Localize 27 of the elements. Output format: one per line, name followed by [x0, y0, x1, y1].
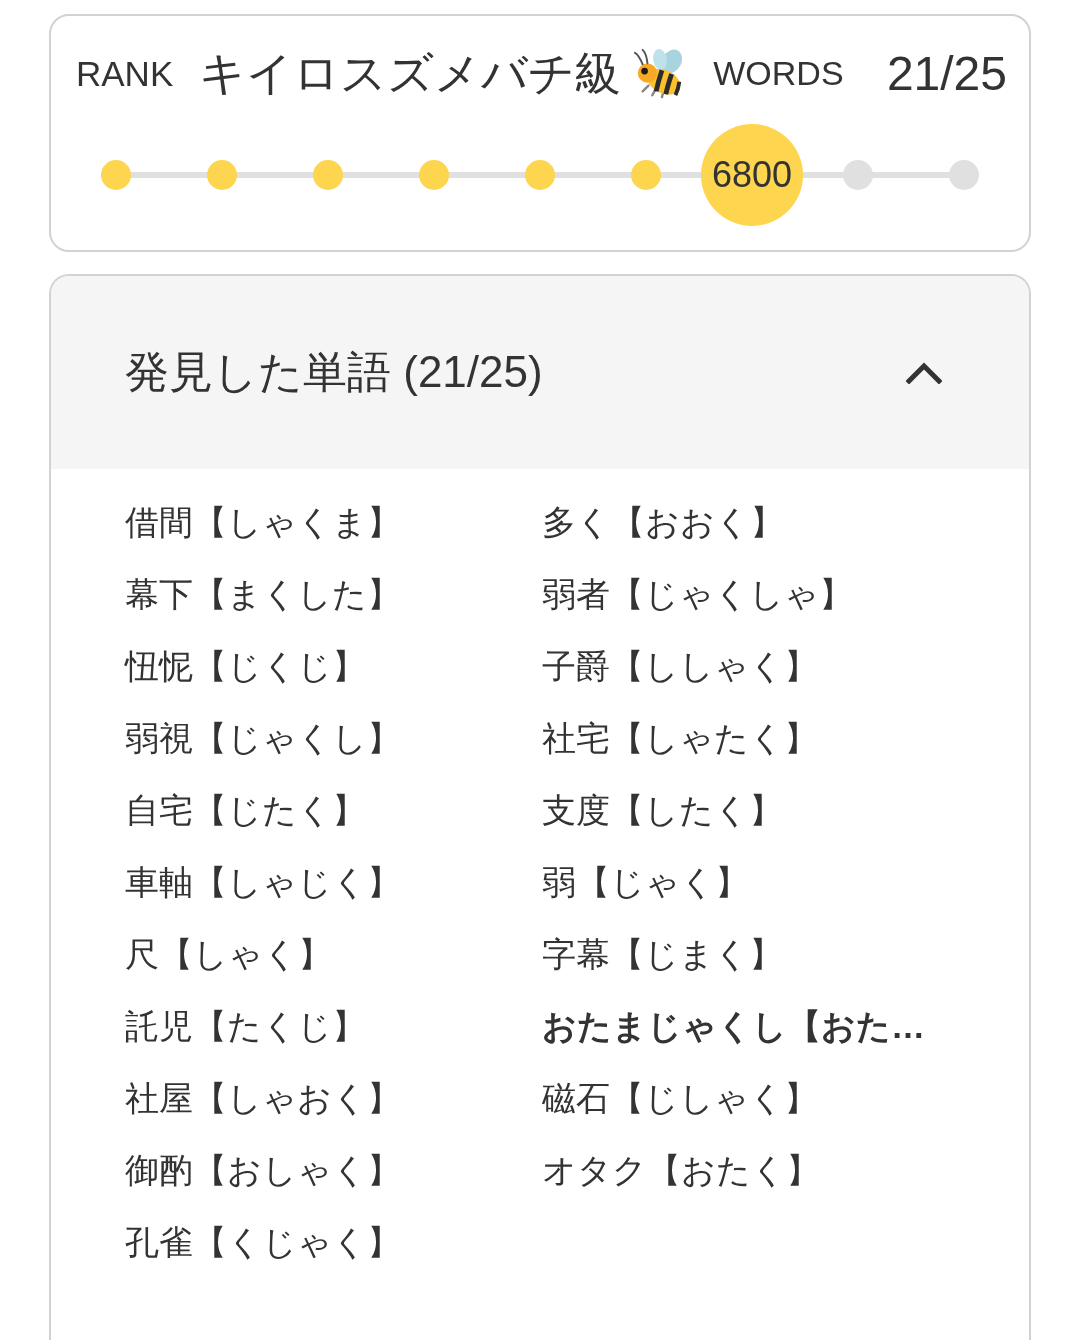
word-entry: 尺【しゃく】	[125, 933, 332, 975]
word-entry: 弱者【じゃくしゃ】	[542, 573, 853, 615]
found-words-header[interactable]: 発見した単語 (21/25)	[51, 276, 1029, 469]
word-entry: オタク【おたく】	[542, 1149, 820, 1191]
word-entry: 弱【じゃく】	[542, 861, 749, 903]
word-entry: 子爵【ししゃく】	[542, 645, 818, 687]
word-entry: 社宅【しゃたく】	[542, 717, 818, 759]
word-entry: 孔雀【くじゃく】	[125, 1221, 401, 1263]
word-entry: 字幕【じまく】	[542, 933, 783, 975]
word-entry: 弱視【じゃくし】	[125, 717, 401, 759]
word-entry: 磁石【じしゃく】	[542, 1077, 818, 1119]
words-count: 21/25	[886, 46, 1007, 102]
rank-name: キイロスズメバチ級	[199, 46, 622, 102]
word-entry: 御酌【おしゃく】	[125, 1149, 401, 1191]
word-entry: 幕下【まくした】	[125, 573, 401, 615]
word-entry: 車軸【しゃじく】	[125, 861, 401, 903]
current-level-badge: 6800	[701, 124, 803, 226]
word-entry: 社屋【しゃおく】	[125, 1077, 401, 1119]
word-entry: おたまじゃくし【おた…	[542, 1005, 925, 1047]
word-entry: 借間【しゃくま】	[125, 501, 401, 543]
word-entry: 多く【おおく】	[542, 501, 784, 543]
word-entry: 託児【たくじ】	[125, 1005, 366, 1047]
word-entry: 自宅【じたく】	[125, 789, 366, 831]
rank-label: RANK	[76, 53, 174, 95]
word-entry: 忸怩【じくじ】	[125, 645, 366, 687]
word-entry: 支度【したく】	[542, 789, 783, 831]
words-label: WORDS	[713, 54, 844, 94]
